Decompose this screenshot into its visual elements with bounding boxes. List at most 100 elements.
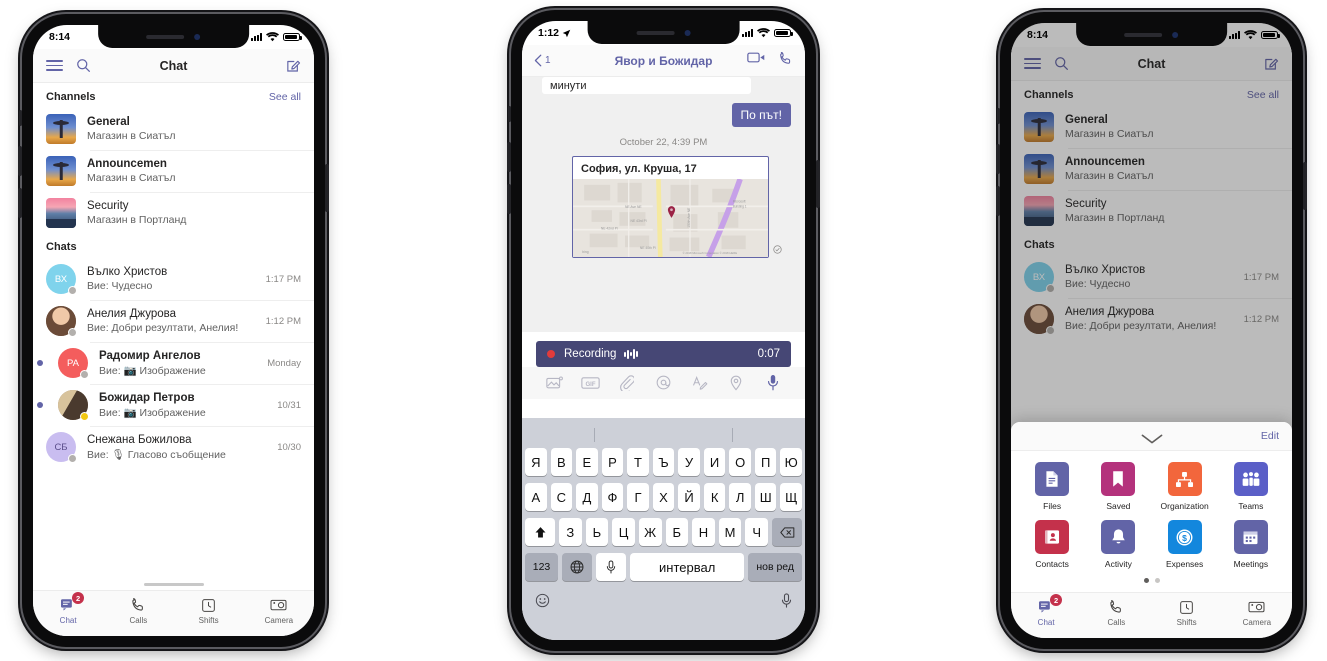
key-Ю[interactable]: Ю xyxy=(780,448,803,476)
page-dot[interactable] xyxy=(1143,578,1149,583)
tab-chat[interactable]: 2 Chat xyxy=(33,592,103,625)
mic-icon[interactable] xyxy=(781,593,792,613)
globe-icon[interactable] xyxy=(562,553,592,581)
page-dot[interactable] xyxy=(1154,578,1160,583)
outgoing-message: По път! xyxy=(731,103,791,127)
key-О[interactable]: О xyxy=(729,448,751,476)
key-Б[interactable]: Б xyxy=(665,518,689,546)
search-icon[interactable] xyxy=(76,58,91,73)
format-icon[interactable] xyxy=(682,375,718,390)
app-tile-teams[interactable]: Teams xyxy=(1218,462,1284,511)
key-С[interactable]: С xyxy=(550,483,573,511)
key-Ф[interactable]: Ф xyxy=(601,483,624,511)
key-Г[interactable]: Г xyxy=(627,483,649,511)
mic-icon[interactable] xyxy=(755,374,791,391)
key-Ж[interactable]: Ж xyxy=(638,518,662,546)
tab-chat[interactable]: 2 Chat xyxy=(1011,594,1081,627)
location-icon[interactable] xyxy=(718,375,754,391)
tab-label: Shifts xyxy=(198,616,219,625)
svg-text:NE 40th Pl: NE 40th Pl xyxy=(640,246,656,250)
key-З[interactable]: З xyxy=(559,518,582,546)
app-tile-meetings[interactable]: Meetings xyxy=(1218,520,1284,569)
chat-time: 1:17 PM xyxy=(265,273,301,285)
key-Ц[interactable]: Ц xyxy=(612,518,635,546)
chat-row[interactable]: РА Радомир Ангелов Вие: 📷 Изображение Mo… xyxy=(33,342,314,384)
see-all-link[interactable]: See all xyxy=(269,91,301,103)
three-phone-mockup: 8:14 Chat Channels See all General Магаз… xyxy=(0,0,1327,661)
chat-unread-badge: 2 xyxy=(1050,594,1063,606)
key-У[interactable]: У xyxy=(678,448,700,476)
key-Ш[interactable]: Ш xyxy=(754,483,777,511)
tab-shifts[interactable]: Shifts xyxy=(174,596,244,625)
chat-row[interactable]: ВХ Вълко Христов Вие: Чудесно 1:17 PM xyxy=(33,258,314,300)
tab-shifts[interactable]: Shifts xyxy=(1152,598,1222,627)
shift-key[interactable] xyxy=(525,518,555,546)
gif-icon[interactable]: GIF xyxy=(572,376,608,390)
key-Д[interactable]: Д xyxy=(576,483,598,511)
tab-camera[interactable]: Camera xyxy=(1222,598,1292,627)
audio-call-icon[interactable] xyxy=(778,51,793,71)
app-tile-expenses[interactable]: $ Expenses xyxy=(1152,520,1218,569)
back-button[interactable]: 1 xyxy=(534,54,551,67)
page-indicator xyxy=(1011,571,1292,592)
key-И[interactable]: И xyxy=(703,448,726,476)
key-Ь[interactable]: Ь xyxy=(585,518,609,546)
key-Р[interactable]: Р xyxy=(601,448,624,476)
chat-row[interactable]: Божидар Петров Вие: 📷 Изображение 10/31 xyxy=(33,384,314,426)
keyboard-bottom-bar xyxy=(525,588,802,616)
key-П[interactable]: П xyxy=(754,448,777,476)
key-Й[interactable]: Й xyxy=(678,483,700,511)
phone-1-chat-list: 8:14 Chat Channels See all General Магаз… xyxy=(18,14,329,647)
key-Л[interactable]: Л xyxy=(729,483,751,511)
emoji-icon[interactable] xyxy=(535,593,550,613)
video-call-icon[interactable] xyxy=(747,51,766,71)
dictate-key[interactable] xyxy=(596,553,626,581)
app-tile-activity[interactable]: Activity xyxy=(1085,520,1151,569)
mention-icon[interactable] xyxy=(645,375,681,390)
app-label: Activity xyxy=(1104,559,1132,569)
key-М[interactable]: М xyxy=(718,518,742,546)
key-Е[interactable]: Е xyxy=(576,448,598,476)
bookmark-icon xyxy=(1101,462,1136,496)
hamburger-icon[interactable] xyxy=(46,57,63,74)
tab-calls[interactable]: Calls xyxy=(1081,598,1151,627)
key-Ч[interactable]: Ч xyxy=(745,518,768,546)
svg-text:NE 42nd Pl: NE 42nd Pl xyxy=(601,227,618,231)
key-Щ[interactable]: Щ xyxy=(780,483,803,511)
chat-time: 10/31 xyxy=(277,399,301,411)
attach-icon[interactable] xyxy=(609,374,645,391)
channel-row[interactable]: General Магазин в Сиатъл xyxy=(33,108,314,150)
edit-button[interactable]: Edit xyxy=(1261,430,1279,442)
app-tile-organization[interactable]: Organization xyxy=(1152,462,1218,511)
key-Х[interactable]: Х xyxy=(652,483,675,511)
return-key[interactable]: нов ред xyxy=(748,553,802,581)
key-В[interactable]: В xyxy=(550,448,573,476)
key-Т[interactable]: Т xyxy=(627,448,649,476)
tab-label: Calls xyxy=(129,616,148,625)
location-card[interactable]: София, ул. Круша, 17 NE Ave NE NE 43rd P… xyxy=(572,156,782,258)
app-label: Organization xyxy=(1160,501,1209,511)
compose-icon[interactable] xyxy=(286,58,301,73)
key-А[interactable]: А xyxy=(525,483,547,511)
image-icon[interactable] xyxy=(536,375,572,390)
chat-row[interactable]: Анелия Джурова Вие: Добри резултати, Ане… xyxy=(33,300,314,342)
backspace-key[interactable] xyxy=(772,518,802,546)
recording-bar[interactable]: Recording 0:07 xyxy=(536,341,791,367)
key-Ъ[interactable]: Ъ xyxy=(652,448,675,476)
app-tile-files[interactable]: Files xyxy=(1019,462,1085,511)
app-tile-saved[interactable]: Saved xyxy=(1085,462,1151,511)
numbers-key[interactable]: 123 xyxy=(525,553,558,581)
tab-calls[interactable]: Calls xyxy=(103,596,173,625)
chat-row[interactable]: СБ Снежана Божилова Вие: 🎙 Гласово съобщ… xyxy=(33,426,314,468)
app-tile-contacts[interactable]: Contacts xyxy=(1019,520,1085,569)
channel-row[interactable]: Announcemen Магазин в Сиатъл xyxy=(33,150,314,192)
key-Я[interactable]: Я xyxy=(525,448,547,476)
space-key[interactable]: интервал xyxy=(630,553,745,581)
key-Н[interactable]: Н xyxy=(692,518,715,546)
audio-wave-icon xyxy=(624,349,638,360)
tab-camera[interactable]: Camera xyxy=(244,596,314,625)
key-К[interactable]: К xyxy=(703,483,726,511)
chevron-down-icon[interactable] xyxy=(1141,431,1163,444)
channel-row[interactable]: Security Магазин в Портланд xyxy=(33,192,314,234)
drawer-header: Edit xyxy=(1011,422,1292,451)
